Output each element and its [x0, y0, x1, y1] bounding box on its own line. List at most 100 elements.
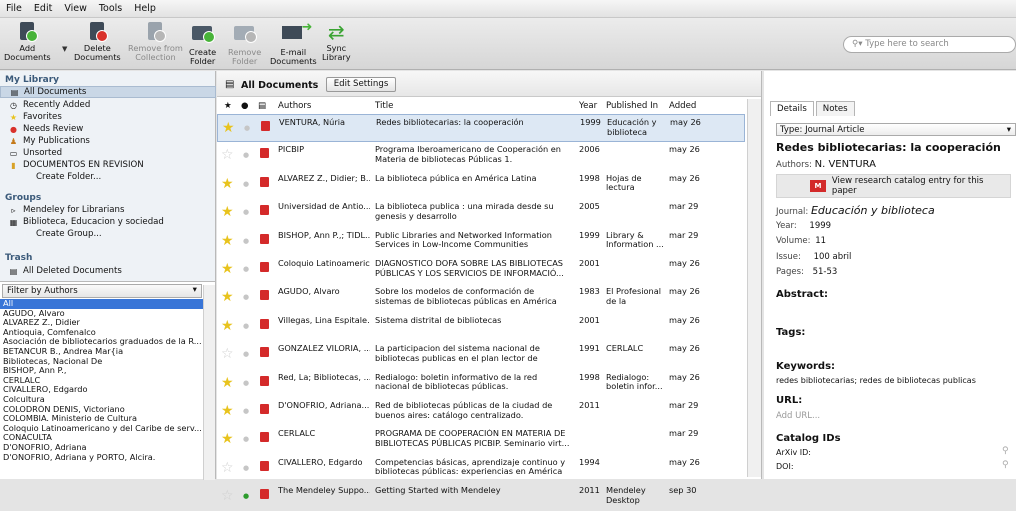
favorite-column-icon[interactable]: ★ — [224, 101, 232, 111]
search-input[interactable]: ⚲▾ Type here to search — [843, 36, 1016, 53]
column-title[interactable]: Title — [375, 101, 393, 111]
library-item-recently-added[interactable]: ◷ Recently Added — [0, 99, 216, 111]
author-filter-item[interactable]: CIVALLERO, Edgardo — [0, 385, 203, 395]
arxiv-id-field[interactable]: ArXiv ID: — [776, 448, 811, 457]
remove-folder-button[interactable]: Remove Folder — [228, 22, 261, 66]
group-item-mendeley-for-librarians[interactable]: ▹ Mendeley for Librarians — [0, 204, 216, 216]
keywords-value[interactable]: redes bibliotecarias; redes de bibliotec… — [776, 376, 976, 385]
read-status-dot-icon[interactable]: ● — [243, 464, 249, 474]
pdf-file-icon[interactable] — [260, 489, 269, 500]
favorite-star-icon[interactable]: ★ — [221, 404, 234, 418]
author-filter-item[interactable]: BISHOP, Ann P., — [0, 366, 203, 376]
pdf-file-icon[interactable] — [260, 347, 269, 358]
author-filter-item[interactable]: Bibliotecas, Nacional De — [0, 357, 203, 367]
author-filter-item[interactable]: BETANCUR B., Andrea Mar{ia — [0, 347, 203, 357]
document-row[interactable]: ★ ● Red, La; Bibliotecas, ... Redialogo: bo… — [217, 370, 745, 398]
document-title[interactable]: Redes bibliotecarias: la cooperación — [776, 141, 1001, 154]
remove-from-collection-button[interactable]: Remove from Collection — [128, 22, 183, 62]
pdf-file-icon[interactable] — [260, 176, 269, 187]
favorite-star-icon[interactable]: ★ — [221, 432, 234, 446]
read-status-dot-icon[interactable]: ● — [243, 322, 249, 332]
pdf-file-icon[interactable] — [260, 318, 269, 329]
read-status-dot-icon[interactable]: ● — [243, 151, 249, 161]
author-filter-item[interactable]: ALVAREZ Z., Didier — [0, 318, 203, 328]
document-row[interactable]: ★ ● VENTURA, Núria Redes bibliotecarias: la… — [217, 114, 745, 142]
author-filter-item[interactable]: Antioquia, Comfenalco — [0, 328, 203, 338]
menu-file[interactable]: File — [6, 3, 22, 14]
library-item-all-documents[interactable]: ▤ All Documents — [0, 86, 216, 98]
author-filter-item[interactable]: CONACULTA — [0, 433, 203, 443]
column-authors[interactable]: Authors — [278, 101, 311, 111]
sync-library-button[interactable]: ⇄ Sync Library — [322, 22, 351, 62]
author-filter-item[interactable]: Colcultura — [0, 395, 203, 405]
document-row[interactable]: ☆ ● GONZALEZ VILORIA, ... La participacion … — [217, 341, 745, 369]
view-catalog-button[interactable]: M View research catalog entry for this pa… — [776, 174, 1011, 198]
create-folder-link[interactable]: Create Folder... — [0, 171, 216, 183]
menu-view[interactable]: View — [64, 3, 87, 14]
favorite-star-icon[interactable]: ☆ — [221, 489, 234, 503]
author-filter-item[interactable]: COLOMBIA. Ministerio de Cultura — [0, 414, 203, 424]
menu-edit[interactable]: Edit — [34, 3, 52, 14]
favorite-star-icon[interactable]: ☆ — [221, 461, 234, 475]
document-row[interactable]: ★ ● CERLALC PROGRAMA DE COOPERACIÓN EN MATE… — [217, 426, 745, 454]
author-filter-item[interactable]: Coloquio Latinoamericano y del Caribe de… — [0, 424, 203, 434]
favorite-star-icon[interactable]: ☆ — [221, 148, 234, 162]
favorite-star-icon[interactable]: ★ — [221, 262, 234, 276]
column-added[interactable]: Added — [669, 101, 696, 111]
author-filter-item[interactable]: All — [0, 299, 203, 309]
read-status-dot-icon[interactable]: ● — [244, 124, 250, 134]
library-item-unsorted[interactable]: ▭ Unsorted — [0, 147, 216, 159]
search-icon[interactable]: ⚲ — [1002, 460, 1009, 470]
column-year[interactable]: Year — [579, 101, 597, 111]
document-row[interactable]: ★ ● AGUDO, Alvaro Sobre los modelos de conf… — [217, 284, 745, 312]
document-row[interactable]: ★ ● D'ONOFRIO, Adriana... Red de biblioteca… — [217, 398, 745, 426]
pdf-file-icon[interactable] — [260, 460, 269, 471]
add-documents-button[interactable]: Add Documents — [4, 22, 51, 62]
library-item-my-publications[interactable]: ♟ My Publications — [0, 135, 216, 147]
pdf-file-icon[interactable] — [260, 233, 269, 244]
email-documents-button[interactable]: E-mailDocuments — [270, 22, 317, 66]
favorite-star-icon[interactable]: ☆ — [221, 347, 234, 361]
menu-help[interactable]: Help — [134, 3, 156, 14]
group-item-biblioteca-educacion[interactable]: ▦ Biblioteca, Educacion y sociedad — [0, 216, 216, 228]
read-status-column-icon[interactable]: ● — [241, 101, 249, 111]
favorite-star-icon[interactable]: ★ — [221, 376, 234, 390]
read-status-dot-icon[interactable]: ● — [243, 208, 249, 218]
read-status-dot-icon[interactable]: ● — [243, 435, 249, 445]
read-status-dot-icon[interactable]: ● — [243, 350, 249, 360]
author-filter-item[interactable]: CERLALC — [0, 376, 203, 386]
read-status-dot-icon[interactable]: ● — [243, 180, 249, 190]
trash-item-all-deleted[interactable]: ▤ All Deleted Documents — [0, 265, 216, 277]
read-status-dot-icon[interactable]: ● — [243, 265, 249, 275]
document-row[interactable]: ★ ● BISHOP, Ann P.,; TIDL... Public Librari… — [217, 228, 745, 256]
pdf-file-icon[interactable] — [260, 205, 269, 216]
delete-documents-button[interactable]: Delete Documents — [74, 22, 121, 62]
document-row[interactable]: ☆ ● PICBIP Programa Iberoamericano de Coope… — [217, 142, 745, 170]
favorite-star-icon[interactable]: ★ — [222, 121, 235, 135]
doi-field[interactable]: DOI: — [776, 462, 794, 471]
documents-scrollbar[interactable] — [747, 99, 761, 477]
search-icon[interactable]: ⚲ — [1002, 446, 1009, 456]
filter-select[interactable]: Filter by Authors — [2, 284, 202, 298]
pdf-file-icon[interactable] — [260, 148, 269, 159]
favorite-star-icon[interactable]: ★ — [221, 205, 234, 219]
pdf-file-icon[interactable] — [261, 121, 270, 131]
edit-settings-button[interactable]: Edit Settings — [326, 77, 396, 92]
read-status-dot-icon[interactable]: ● — [243, 407, 249, 417]
url-input[interactable]: Add URL... — [776, 411, 820, 421]
favorite-star-icon[interactable]: ★ — [221, 234, 234, 248]
document-row[interactable]: ☆ ● The Mendeley Suppo... Getting Started w… — [217, 483, 745, 511]
document-row[interactable]: ★ ● ALVAREZ Z., Didier; B... La biblioteca … — [217, 171, 745, 199]
library-item-favorites[interactable]: ★ Favorites — [0, 111, 216, 123]
create-folder-button[interactable]: Create Folder — [189, 22, 216, 66]
filter-scrollbar[interactable] — [203, 285, 215, 480]
pdf-file-icon[interactable] — [260, 375, 269, 386]
menu-tools[interactable]: Tools — [99, 3, 122, 14]
document-type-select[interactable]: Type: Journal Article ▾ — [776, 123, 1016, 136]
tab-details[interactable]: Details — [770, 101, 814, 116]
pdf-file-icon[interactable] — [260, 432, 269, 443]
author-filter-item[interactable]: COLODRÓN DENIS, Victoriano — [0, 405, 203, 415]
read-status-dot-icon[interactable]: ● — [243, 237, 249, 247]
add-dropdown-arrow-icon[interactable]: ▼ — [62, 45, 67, 53]
author-filter-item[interactable]: D'ONOFRIO, Adriana y PORTO, Alcira. — [0, 453, 203, 463]
